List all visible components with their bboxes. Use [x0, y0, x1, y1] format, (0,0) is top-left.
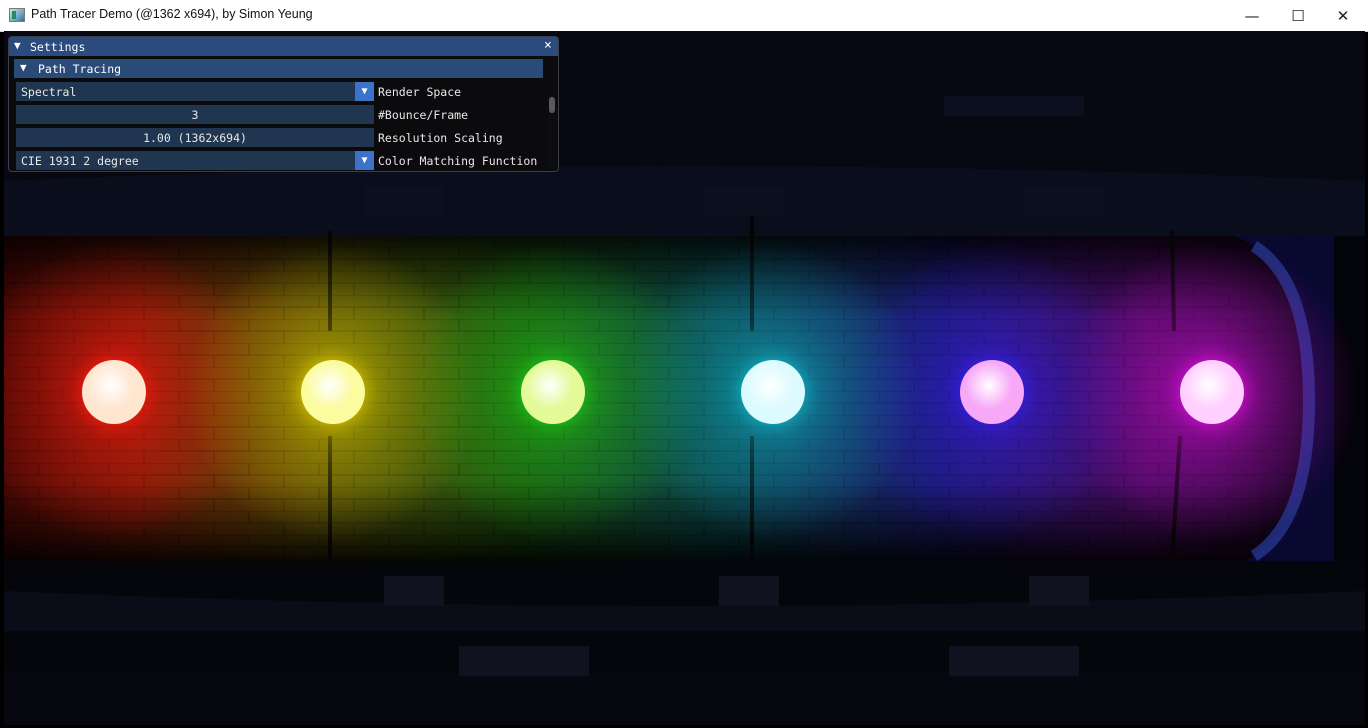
resolution-scaling-value: 1.00 (1362x694) [143, 131, 247, 145]
title-bar[interactable]: Path Tracer Demo (@1362 x694), by Simon … [0, 0, 1368, 32]
light-sphere-red [82, 360, 146, 424]
app-icon [9, 8, 25, 22]
app-window: Path Tracer Demo (@1362 x694), by Simon … [0, 0, 1368, 728]
bounce-per-frame-value: 3 [191, 108, 199, 122]
light-sphere-violet [960, 360, 1024, 424]
color-matching-function-label: Color Matching Function [378, 154, 538, 168]
bounce-per-frame-slider[interactable]: 3 [16, 105, 374, 124]
path-tracing-header[interactable]: ▼ Path Tracing [14, 59, 543, 78]
expand-arrow-icon: ▼ [20, 61, 27, 74]
bounce-per-frame-label: #Bounce/Frame [378, 108, 469, 122]
dropdown-arrow-icon[interactable]: ▼ [355, 82, 374, 101]
render-space-label: Render Space [378, 85, 462, 99]
dropdown-arrow-icon[interactable]: ▼ [355, 151, 374, 170]
color-matching-function-value: CIE 1931 2 degree [21, 154, 139, 168]
light-sphere-green [521, 360, 585, 424]
window-title: Path Tracer Demo (@1362 x694), by Simon … [31, 7, 313, 21]
maximize-button[interactable]: ☐ [1275, 0, 1321, 31]
close-icon[interactable]: × [544, 38, 552, 53]
light-sphere-cyan [741, 360, 805, 424]
collapse-arrow-icon[interactable]: ▼ [14, 39, 21, 52]
render-space-combo[interactable]: Spectral ▼ [16, 82, 374, 101]
path-tracing-label: Path Tracing [38, 62, 122, 76]
scrollbar-thumb[interactable] [549, 97, 555, 113]
settings-titlebar[interactable]: ▼ Settings × [9, 37, 558, 56]
minimize-button[interactable]: — [1229, 0, 1275, 31]
light-sphere-yellow [301, 360, 365, 424]
resolution-scaling-label: Resolution Scaling [378, 131, 503, 145]
render-space-value: Spectral [21, 85, 77, 99]
settings-scrollbar[interactable] [548, 95, 556, 169]
settings-title: Settings [30, 40, 86, 54]
settings-panel[interactable]: ▼ Settings × ▼ Path Tracing Spectral ▼ R… [8, 36, 559, 172]
close-button[interactable]: ✕ [1320, 0, 1366, 31]
light-sphere-magenta [1180, 360, 1244, 424]
resolution-scaling-slider[interactable]: 1.00 (1362x694) [16, 128, 374, 147]
color-matching-function-combo[interactable]: CIE 1931 2 degree ▼ [16, 151, 374, 170]
